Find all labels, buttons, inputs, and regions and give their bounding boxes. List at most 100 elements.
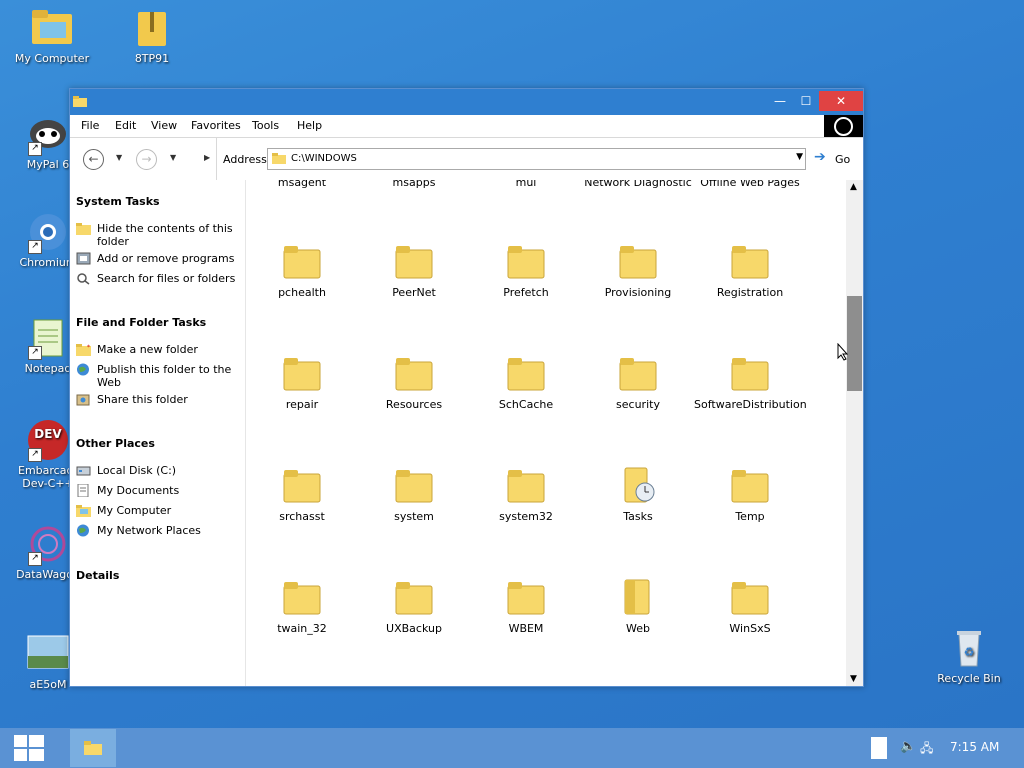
folder-item[interactable]: Web bbox=[582, 578, 694, 635]
folder-item[interactable]: twain_32 bbox=[246, 578, 358, 635]
explorer-window: — ☐ ✕ File Edit View Favorites Tools Hel… bbox=[69, 88, 864, 687]
folder-label: Offline Web Pages bbox=[700, 180, 800, 189]
menu-tools[interactable]: Tools bbox=[252, 119, 279, 132]
back-button[interactable]: ← bbox=[83, 149, 104, 170]
menu-help[interactable]: Help bbox=[297, 119, 322, 132]
network-icon[interactable]: 🖧 bbox=[920, 739, 933, 760]
task-publish-to-web[interactable]: Publish this folder to the Web bbox=[76, 363, 241, 389]
scroll-down-icon[interactable]: ▼ bbox=[850, 674, 857, 684]
task-share-folder[interactable]: Share this folder bbox=[76, 393, 241, 406]
place-my-documents[interactable]: My Documents bbox=[76, 484, 241, 497]
task-search-files[interactable]: Search for files or folders bbox=[76, 272, 241, 285]
folder-item[interactable]: repair bbox=[246, 354, 358, 411]
folder-icon bbox=[395, 466, 433, 504]
address-field[interactable]: C:\WINDOWS ▼ bbox=[267, 148, 806, 170]
go-button[interactable]: Go bbox=[835, 153, 850, 166]
menu-view[interactable]: View bbox=[151, 119, 177, 132]
folder-item[interactable]: Network Diagnostic bbox=[582, 180, 694, 189]
back-dropdown-icon[interactable]: ▼ bbox=[116, 153, 122, 162]
place-my-network-places[interactable]: My Network Places bbox=[76, 524, 241, 537]
show-desktop-button[interactable] bbox=[871, 737, 887, 759]
folder-item[interactable]: Registration bbox=[694, 242, 806, 299]
folder-item[interactable]: system32 bbox=[470, 466, 582, 523]
title-bar[interactable]: — ☐ ✕ bbox=[70, 89, 863, 115]
desktop-icon-recycle-bin[interactable]: ♻ Recycle Bin bbox=[929, 626, 1009, 685]
web-folder-icon bbox=[619, 578, 657, 616]
folder-icon bbox=[731, 242, 769, 280]
folder-item[interactable]: Tasks bbox=[582, 466, 694, 523]
go-arrow-icon[interactable]: ➔ bbox=[814, 149, 826, 165]
close-button[interactable]: ✕ bbox=[819, 91, 863, 111]
devcpp-icon: DEV ↗ bbox=[26, 418, 70, 462]
folder-item[interactable]: msapps bbox=[358, 180, 470, 189]
toolbar-chevron-icon[interactable]: ▶ bbox=[204, 153, 210, 162]
folder-icon bbox=[731, 466, 769, 504]
volume-icon[interactable]: 🔈 bbox=[900, 739, 916, 754]
folder-icon bbox=[507, 466, 545, 504]
menu-file[interactable]: File bbox=[81, 119, 99, 132]
folder-item[interactable]: Temp bbox=[694, 466, 806, 523]
computer-folder-icon bbox=[76, 505, 91, 517]
folder-item[interactable]: Offline Web Pages bbox=[694, 180, 806, 189]
folder-icon bbox=[731, 354, 769, 392]
minimize-button[interactable]: — bbox=[767, 91, 793, 111]
other-places-title[interactable]: Other Places bbox=[76, 437, 155, 450]
details-title[interactable]: Details bbox=[76, 569, 119, 582]
forward-button[interactable]: → bbox=[136, 149, 157, 170]
folder-label: Tasks bbox=[623, 510, 653, 523]
datawagon-icon: ↗ bbox=[26, 522, 70, 566]
folder-label: WBEM bbox=[508, 622, 544, 635]
folder-item[interactable]: Provisioning bbox=[582, 242, 694, 299]
desktop-icon-my-computer[interactable]: My Computer bbox=[12, 6, 92, 65]
task-hide-contents[interactable]: Hide the contents of this folder bbox=[76, 222, 241, 248]
start-windows-icon[interactable] bbox=[14, 735, 44, 761]
globe-icon bbox=[77, 363, 89, 376]
maximize-button[interactable]: ☐ bbox=[793, 91, 819, 111]
folder-item[interactable]: UXBackup bbox=[358, 578, 470, 635]
desktop-icon-8tp91[interactable]: 8TP91 bbox=[112, 6, 192, 65]
folder-item[interactable]: Resources bbox=[358, 354, 470, 411]
folder-label: srchasst bbox=[279, 510, 325, 523]
folder-label: mui bbox=[515, 180, 537, 189]
folder-label: Web bbox=[626, 622, 650, 635]
scrollbar-thumb[interactable] bbox=[847, 296, 862, 391]
scroll-up-icon[interactable]: ▲ bbox=[850, 182, 857, 192]
folder-item[interactable]: SchCache bbox=[470, 354, 582, 411]
place-my-computer[interactable]: My Computer bbox=[76, 504, 241, 517]
forward-dropdown-icon[interactable]: ▼ bbox=[170, 153, 176, 162]
folder-item[interactable]: msagent bbox=[246, 180, 358, 189]
folder-item[interactable]: mui bbox=[470, 180, 582, 189]
folder-item[interactable]: pchealth bbox=[246, 242, 358, 299]
folder-label: system bbox=[394, 510, 434, 523]
folder-icon bbox=[395, 578, 433, 616]
taskbar-clock[interactable]: 7:15 AM bbox=[950, 740, 999, 754]
menu-favorites[interactable]: Favorites bbox=[191, 119, 241, 132]
folder-item[interactable]: PeerNet bbox=[358, 242, 470, 299]
task-add-remove-programs[interactable]: Add or remove programs bbox=[76, 252, 241, 265]
folder-icon bbox=[283, 466, 321, 504]
folder-label: UXBackup bbox=[386, 622, 442, 635]
folder-icon bbox=[507, 578, 545, 616]
address-dropdown-icon[interactable]: ▼ bbox=[796, 152, 803, 162]
menu-edit[interactable]: Edit bbox=[115, 119, 136, 132]
folder-label: Registration bbox=[716, 286, 784, 299]
place-local-disk[interactable]: Local Disk (C:) bbox=[76, 464, 241, 477]
system-tasks-title[interactable]: System Tasks bbox=[76, 195, 160, 208]
folder-item[interactable]: srchasst bbox=[246, 466, 358, 523]
folder-item[interactable]: SoftwareDistribution bbox=[694, 354, 807, 411]
folder-item[interactable]: Prefetch bbox=[470, 242, 582, 299]
folder-icon bbox=[73, 96, 87, 107]
vertical-scrollbar[interactable]: ▲ ▼ bbox=[846, 180, 863, 686]
taskbar-explorer-button[interactable] bbox=[70, 729, 116, 767]
new-folder-icon: * bbox=[76, 344, 91, 356]
folder-item[interactable]: system bbox=[358, 466, 470, 523]
folder-item[interactable]: security bbox=[582, 354, 694, 411]
task-make-new-folder[interactable]: * Make a new folder bbox=[76, 343, 241, 356]
desktop-icon-label: My Computer bbox=[14, 52, 90, 65]
folder-item[interactable]: WBEM bbox=[470, 578, 582, 635]
taskbar: 🔈 🖧 7:15 AM bbox=[0, 728, 1024, 768]
file-folder-tasks-title[interactable]: File and Folder Tasks bbox=[76, 316, 206, 329]
raccoon-icon: ↗ bbox=[26, 112, 70, 156]
folder-label: Resources bbox=[385, 398, 443, 411]
folder-item[interactable]: WinSxS bbox=[694, 578, 806, 635]
